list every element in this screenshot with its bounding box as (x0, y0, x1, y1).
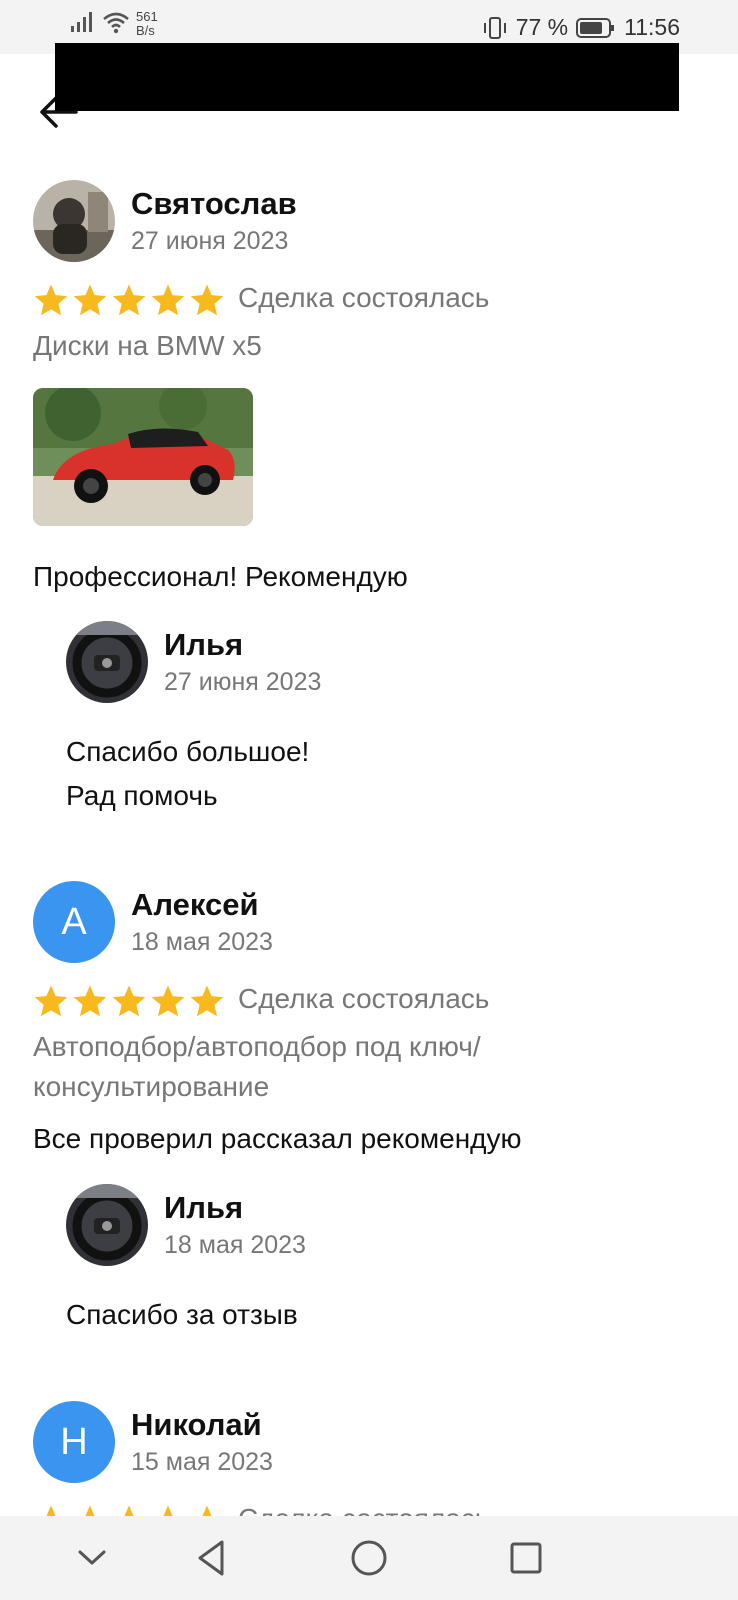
review-author: Святослав (131, 186, 297, 221)
back-triangle-icon[interactable] (188, 1534, 236, 1582)
review-text: Профессионал! Рекомендую (33, 561, 408, 592)
battery-percent: 77 % (515, 14, 569, 40)
status-left: 561 B/s (70, 10, 158, 38)
review-item-title: Автоподбор/автоподбор под ключ/ (33, 1031, 481, 1062)
avatar[interactable] (33, 180, 115, 262)
car-photo (33, 388, 253, 526)
deal-status: Сделка состоялась (238, 983, 490, 1014)
review-text: Все проверил рассказал рекомендую (33, 1123, 522, 1154)
star-icon (34, 284, 68, 316)
wifi-icon (103, 12, 129, 34)
star-icon (112, 284, 146, 316)
system-nav-bar (0, 1516, 738, 1600)
reply-date: 27 июня 2023 (164, 668, 322, 696)
reply-text-line: Рад помочь (66, 780, 218, 811)
star-icon (190, 284, 224, 316)
vibrate-icon (483, 16, 506, 39)
reply-avatar[interactable] (66, 621, 148, 703)
reply-author: Илья (164, 627, 244, 662)
network-speed: 561 B/s (136, 10, 158, 38)
clock: 11:56 (624, 14, 680, 40)
avatar-letter[interactable]: А (33, 881, 115, 963)
redacted-header (55, 43, 679, 111)
steering-wheel-photo (66, 621, 148, 703)
deal-status: Сделка состоялась (238, 282, 490, 313)
review-date: 15 мая 2023 (131, 1448, 273, 1476)
signal-icon (71, 12, 92, 32)
review-author: Николай (131, 1407, 262, 1442)
star-icon (151, 284, 185, 316)
avatar-letter[interactable]: Н (33, 1401, 115, 1483)
review-photo[interactable] (33, 388, 253, 526)
home-circle-icon[interactable] (345, 1534, 393, 1582)
reply-text-line: Спасибо большое! (66, 736, 310, 767)
star-icon (112, 985, 146, 1017)
rating-stars (33, 283, 225, 317)
reply-avatar[interactable] (66, 1184, 148, 1266)
recents-square-icon[interactable] (502, 1534, 550, 1582)
battery-icon (576, 17, 615, 38)
review-item-title: Диски на BMW x5 (33, 330, 262, 361)
reply-date: 18 мая 2023 (164, 1231, 306, 1259)
star-icon (190, 985, 224, 1017)
network-speed-value: 561 (136, 9, 158, 24)
star-icon (73, 985, 107, 1017)
review-date: 27 июня 2023 (131, 227, 289, 255)
reply-text-line: Спасибо за отзыв (66, 1299, 298, 1330)
network-speed-unit: B/s (136, 23, 155, 38)
review-author: Алексей (131, 887, 259, 922)
review-date: 18 мая 2023 (131, 928, 273, 956)
star-icon (73, 284, 107, 316)
avatar-photo (33, 180, 115, 262)
rating-stars (33, 984, 225, 1018)
reply-author: Илья (164, 1190, 244, 1225)
star-icon (151, 985, 185, 1017)
chevron-down-icon[interactable] (68, 1534, 116, 1582)
steering-wheel-photo (66, 1184, 148, 1266)
star-icon (34, 985, 68, 1017)
review-item-title: консультирование (33, 1071, 270, 1102)
status-right: 77 % 11:56 (482, 14, 680, 41)
